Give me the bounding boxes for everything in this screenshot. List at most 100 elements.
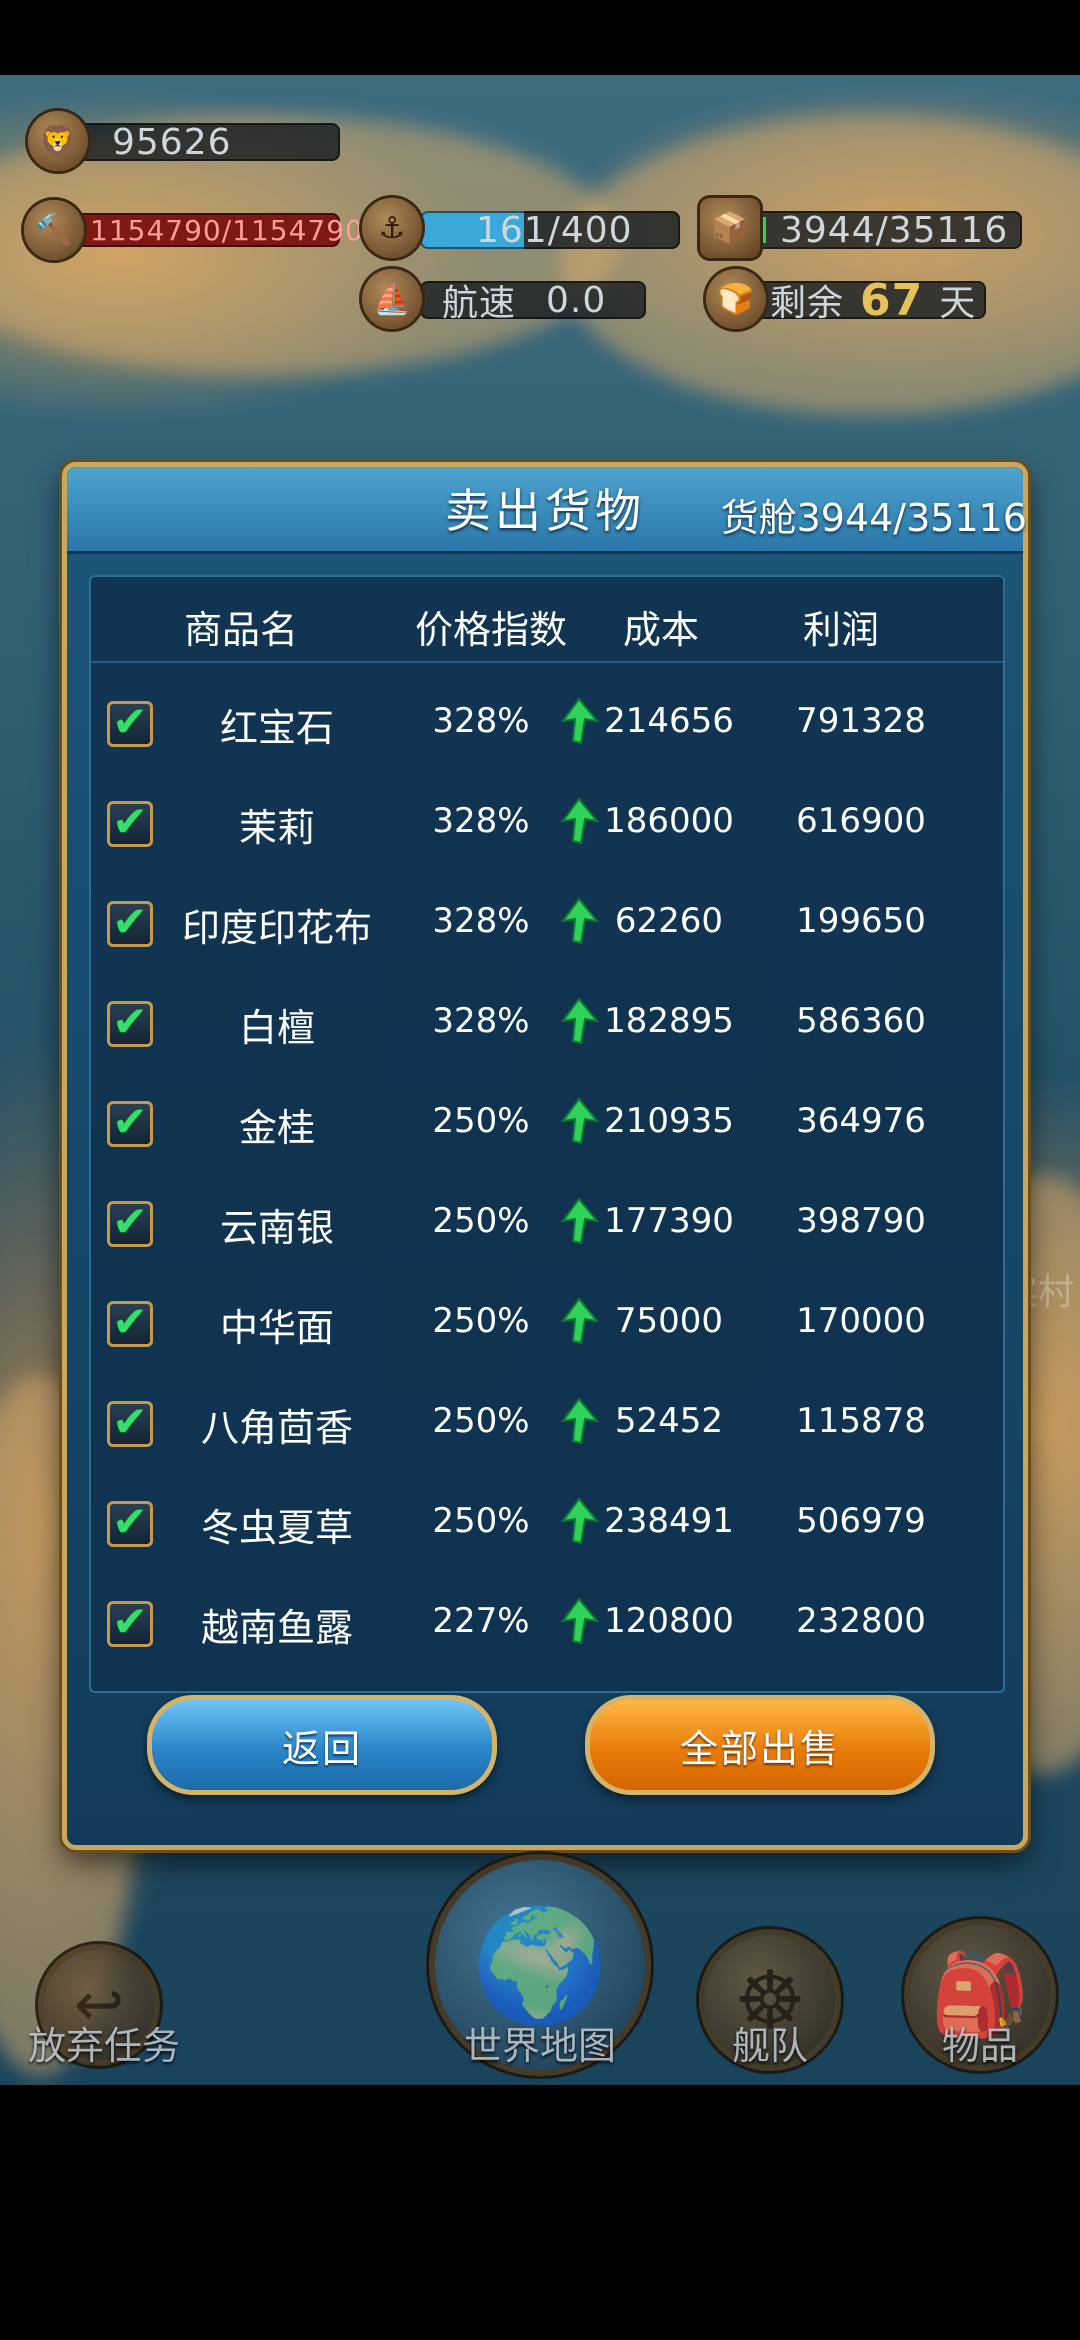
goods-cost: 238491 [604, 1501, 734, 1541]
price-index: 250% [432, 1101, 530, 1141]
checkmark-icon: ✔ [112, 1296, 148, 1346]
price-up-arrow-icon [560, 1497, 599, 1545]
goods-name: 茉莉 [238, 806, 315, 850]
fleet-label: 舰队 [731, 2024, 808, 2068]
sell-all-button[interactable]: 全部出售 [585, 1695, 935, 1795]
row-checkbox[interactable]: ✔ [107, 1097, 153, 1147]
header-cost: 成本 [622, 608, 699, 652]
price-index: 328% [432, 1001, 530, 1041]
price-up-arrow-icon [560, 697, 599, 745]
goods-cost: 52452 [614, 1401, 724, 1441]
sand-shore-right [560, 115, 1080, 415]
price-index: 328% [432, 701, 530, 741]
durability-value: 1154790/1154790 [90, 213, 364, 247]
cargo-crate-icon: 📦 [700, 198, 760, 258]
price-up-arrow-icon [560, 1197, 599, 1245]
speed-bar: 航速 0.0 [420, 279, 646, 324]
goods-name: 越南鱼露 [200, 1606, 353, 1650]
row-checkbox[interactable]: ✔ [107, 897, 153, 947]
remaining-days-bar: 剩余 67 天 [752, 275, 986, 326]
checkmark-icon: ✔ [112, 1096, 148, 1146]
crew-value: 161/400 [476, 209, 633, 251]
table-row[interactable]: ✔ 白檀 328% 182895 586360 [91, 977, 1003, 1077]
price-index: 250% [432, 1301, 530, 1341]
gold-bar: 95626 [70, 121, 340, 163]
price-up-arrow-icon [560, 897, 599, 945]
goods-cost: 75000 [614, 1301, 724, 1341]
sell-goods-dialog: 卖出货物 货舱3944/35116 商品名 价格指数 成本 利润 ✔ 红宝石 3… [62, 462, 1028, 1850]
goods-profit: 115878 [796, 1401, 926, 1441]
table-row[interactable]: ✔ 茉莉 328% 186000 616900 [91, 777, 1003, 877]
cargo-value: 3944/35116 [780, 209, 1009, 251]
gold-value: 95626 [112, 121, 232, 163]
abandon-task-label: 放弃任务 [27, 2024, 180, 2068]
row-checkbox[interactable]: ✔ [107, 1197, 153, 1247]
goods-profit: 506979 [796, 1501, 926, 1541]
goods-name: 冬虫夏草 [200, 1506, 353, 1550]
goods-name: 中华面 [219, 1306, 334, 1350]
row-checkbox[interactable]: ✔ [107, 697, 153, 747]
goods-table: 商品名 价格指数 成本 利润 ✔ 红宝石 328% 214656 791328 … [89, 575, 1005, 1693]
table-row[interactable]: ✔ 冬虫夏草 250% 238491 506979 [91, 1477, 1003, 1577]
goods-profit: 232800 [796, 1601, 926, 1641]
row-checkbox[interactable]: ✔ [107, 797, 153, 847]
goods-name: 金桂 [238, 1106, 315, 1150]
goods-profit: 364976 [796, 1101, 926, 1141]
price-up-arrow-icon [560, 1597, 599, 1645]
table-row[interactable]: ✔ 越南鱼露 227% 120800 232800 [91, 1577, 1003, 1677]
row-checkbox[interactable]: ✔ [107, 997, 153, 1047]
sailor-icon: ⚓ [362, 198, 422, 258]
goods-profit: 398790 [796, 1201, 926, 1241]
table-row[interactable]: ✔ 八角茴香 250% 52452 115878 [91, 1377, 1003, 1477]
goods-profit: 791328 [796, 701, 926, 741]
goods-profit: 199650 [796, 901, 926, 941]
hammer-icon: 🔨 [24, 200, 84, 260]
goods-cost: 186000 [604, 801, 734, 841]
world-map-label: 世界地图 [463, 2024, 616, 2068]
lion-coin-icon: 🦁 [28, 111, 88, 171]
table-row[interactable]: ✔ 金桂 250% 210935 364976 [91, 1077, 1003, 1177]
goods-name: 云南银 [219, 1206, 334, 1250]
checkmark-icon: ✔ [112, 1496, 148, 1546]
checkmark-icon: ✔ [112, 996, 148, 1046]
checkmark-icon: ✔ [112, 1396, 148, 1446]
price-up-arrow-icon [560, 1397, 599, 1445]
price-up-arrow-icon [560, 797, 599, 845]
goods-name: 白檀 [238, 1006, 315, 1050]
row-checkbox[interactable]: ✔ [107, 1597, 153, 1647]
goods-cost: 177390 [604, 1201, 734, 1241]
row-checkbox[interactable]: ✔ [107, 1397, 153, 1447]
goods-cost: 210935 [604, 1101, 734, 1141]
table-row[interactable]: ✔ 红宝石 328% 214656 791328 [91, 677, 1003, 777]
speed-value: 0.0 [546, 279, 607, 321]
header-profit: 利润 [802, 608, 879, 652]
remaining-label: 剩余 [770, 283, 845, 324]
price-up-arrow-icon [560, 997, 599, 1045]
price-up-arrow-icon [560, 1097, 599, 1145]
bread-icon: 🍞 [706, 269, 766, 329]
goods-cost: 182895 [604, 1001, 734, 1041]
goods-cost: 214656 [604, 701, 734, 741]
checkmark-icon: ✔ [112, 1196, 148, 1246]
goods-name: 红宝石 [219, 706, 334, 750]
price-index: 250% [432, 1201, 530, 1241]
price-index: 250% [432, 1501, 530, 1541]
cargo-bar: 3944/35116 [752, 209, 1022, 251]
goods-cost: 120800 [604, 1601, 734, 1641]
row-checkbox[interactable]: ✔ [107, 1297, 153, 1347]
price-index: 250% [432, 1401, 530, 1441]
back-button[interactable]: 返回 [147, 1695, 497, 1795]
goods-cost: 62260 [614, 901, 724, 941]
table-row[interactable]: ✔ 印度印花布 328% 62260 199650 [91, 877, 1003, 977]
durability-bar: 1154790/1154790 [76, 213, 363, 247]
speed-label: 航速 [442, 283, 517, 324]
header-price-index: 价格指数 [414, 608, 567, 652]
table-row[interactable]: ✔ 云南银 250% 177390 398790 [91, 1177, 1003, 1277]
goods-name: 印度印花布 [181, 906, 372, 950]
goods-profit: 616900 [796, 801, 926, 841]
table-row[interactable]: ✔ 中华面 250% 75000 170000 [91, 1277, 1003, 1377]
header-divider [91, 661, 1003, 663]
crew-bar: 161/400 [420, 209, 680, 251]
row-checkbox[interactable]: ✔ [107, 1497, 153, 1547]
goods-profit: 586360 [796, 1001, 926, 1041]
